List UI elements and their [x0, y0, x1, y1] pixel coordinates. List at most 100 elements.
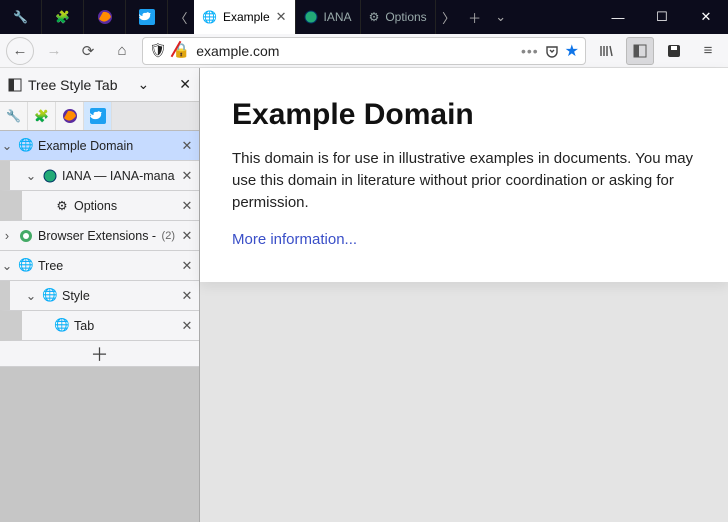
save-button[interactable]: [660, 37, 688, 65]
tree-item-label: Options: [74, 199, 175, 213]
pinned-tab-twitter[interactable]: [126, 0, 168, 34]
twisty-icon[interactable]: ⌄: [24, 288, 38, 303]
tree-item-label: Example Domain: [38, 139, 175, 153]
twitter-icon: [139, 9, 155, 25]
shield-icon[interactable]: 🛡: [149, 42, 167, 59]
plus-icon: ＋: [468, 8, 481, 27]
minimize-button[interactable]: —: [596, 0, 640, 34]
globe-icon: 🌐: [54, 318, 70, 334]
twisty-icon[interactable]: ⌄: [24, 168, 38, 183]
page-actions-icon[interactable]: •••: [521, 43, 539, 59]
close-window-button[interactable]: ✕: [684, 0, 728, 34]
save-icon: [667, 44, 681, 58]
sidebar-icon: [633, 44, 647, 58]
chevron-right-icon: 〉: [442, 8, 455, 27]
home-icon: ⌂: [117, 42, 126, 59]
new-tab-row[interactable]: ＋: [0, 341, 199, 367]
tab-example-domain[interactable]: 🌐 Example ✕: [194, 0, 296, 34]
tree-item-style[interactable]: ⌄ 🌐 Style ✕: [0, 281, 199, 311]
tree-item-options[interactable]: ⚙ Options ✕: [0, 191, 199, 221]
insecure-lock-icon[interactable]: 🔒: [173, 42, 190, 59]
twisty-icon[interactable]: ⌄: [0, 258, 14, 273]
all-tabs-button[interactable]: ⌄: [488, 0, 514, 34]
tree-close-button[interactable]: ✕: [179, 258, 195, 274]
twisty-icon[interactable]: ›: [0, 229, 14, 243]
tree-item-label: Tree: [38, 259, 175, 273]
bookmark-star-icon[interactable]: ★: [565, 41, 579, 61]
app-menu-button[interactable]: ≡: [694, 37, 722, 65]
plus-icon: ＋: [91, 341, 109, 367]
tab-close-button[interactable]: ✕: [276, 9, 287, 25]
new-tab-button[interactable]: ＋: [462, 0, 488, 34]
tree-pinned-firefox[interactable]: [56, 102, 84, 130]
tree-item-tab[interactable]: 🌐 Tab ✕: [0, 311, 199, 341]
mozilla-icon: [18, 228, 34, 244]
tab-label: Options: [385, 10, 426, 24]
tab-label: IANA: [324, 10, 352, 24]
tree-close-button[interactable]: ✕: [179, 168, 195, 184]
gear-icon: ⚙: [369, 10, 380, 24]
tree-close-button[interactable]: ✕: [179, 138, 195, 154]
pinned-tab-extensions[interactable]: 🧩: [42, 0, 84, 34]
window-titlebar: 🔧 🧩 〈 🌐 Example ✕ IANA ⚙ Options 〉 ＋ ⌄ —…: [0, 0, 728, 34]
pinned-tab-wrench[interactable]: 🔧: [0, 0, 42, 34]
tab-iana[interactable]: IANA: [296, 0, 361, 34]
window-controls: — ☐ ✕: [596, 0, 728, 34]
tree-close-button[interactable]: ✕: [179, 318, 195, 334]
tree-close-button[interactable]: ✕: [179, 198, 195, 214]
tree-pinned-extensions[interactable]: 🧩: [28, 102, 56, 130]
chevron-left-icon: 〈: [174, 8, 187, 27]
globe-icon: 🌐: [42, 288, 58, 304]
tree-item-label: Tab: [74, 319, 175, 333]
tree-item-browser-extensions[interactable]: › Browser Extensions - M (2) ✕: [0, 221, 199, 251]
twitter-icon: [90, 108, 106, 124]
tree-pinned-wrench[interactable]: 🔧: [0, 102, 28, 130]
tree-item-label: Browser Extensions - M: [38, 229, 158, 243]
tab-scroll-right[interactable]: 〉: [436, 0, 462, 34]
forward-button[interactable]: →: [40, 37, 68, 65]
tree-item-iana[interactable]: ⌄ IANA — IANA-managed ✕: [0, 161, 199, 191]
tree-close-button[interactable]: ✕: [179, 288, 195, 304]
arrow-right-icon: →: [47, 42, 62, 59]
globe-icon: 🌐: [18, 138, 34, 154]
navigation-toolbar: ← → ⟳ ⌂ 🛡 🔒 example.com ••• ★ ≡: [0, 34, 728, 68]
minimize-icon: —: [612, 10, 625, 25]
url-text: example.com: [196, 43, 515, 59]
sidebar: Tree Style Tab ⌄ ✕ 🔧 🧩 ⌄ 🌐 Example Domai…: [0, 68, 200, 522]
puzzle-icon: 🧩: [34, 109, 49, 123]
tab-options[interactable]: ⚙ Options: [361, 0, 436, 34]
tree-item-example-domain[interactable]: ⌄ 🌐 Example Domain ✕: [0, 131, 199, 161]
sidebar-close-button[interactable]: ✕: [179, 76, 191, 93]
twisty-icon[interactable]: ⌄: [0, 138, 14, 153]
home-button[interactable]: ⌂: [108, 37, 136, 65]
library-icon: [598, 43, 614, 59]
firefox-icon: [62, 108, 78, 124]
tree-item-label: Style: [62, 289, 175, 303]
url-bar[interactable]: 🛡 🔒 example.com ••• ★: [142, 37, 586, 65]
reload-button[interactable]: ⟳: [74, 37, 102, 65]
page-content-area: Example Domain This domain is for use in…: [200, 68, 728, 522]
iana-icon: [304, 10, 318, 24]
tab-tree: ⌄ 🌐 Example Domain ✕ ⌄ IANA — IANA-manag…: [0, 131, 199, 367]
sidebar-icon: [8, 78, 22, 92]
tree-pinned-twitter[interactable]: [84, 102, 112, 130]
tree-item-label: IANA — IANA-managed: [62, 169, 175, 183]
sidebar-toggle-button[interactable]: [626, 37, 654, 65]
tree-close-button[interactable]: ✕: [179, 228, 195, 244]
puzzle-icon: 🧩: [55, 10, 70, 24]
pinned-tab-firefox[interactable]: [84, 0, 126, 34]
globe-icon: 🌐: [202, 10, 217, 24]
page-paragraph: This domain is for use in illustrative e…: [232, 148, 696, 213]
maximize-icon: ☐: [656, 9, 668, 25]
back-button[interactable]: ←: [6, 37, 34, 65]
page-title: Example Domain: [232, 98, 696, 132]
more-information-link[interactable]: More information...: [232, 231, 357, 248]
library-button[interactable]: [592, 37, 620, 65]
maximize-button[interactable]: ☐: [640, 0, 684, 34]
wrench-icon: 🔧: [13, 10, 28, 24]
pinned-tabs-row: 🔧 🧩: [0, 102, 199, 131]
sidebar-picker-dropdown[interactable]: ⌄: [138, 76, 150, 93]
tab-scroll-left[interactable]: 〈: [168, 0, 194, 34]
tree-item-tree[interactable]: ⌄ 🌐 Tree ✕: [0, 251, 199, 281]
pocket-icon[interactable]: [545, 44, 559, 58]
